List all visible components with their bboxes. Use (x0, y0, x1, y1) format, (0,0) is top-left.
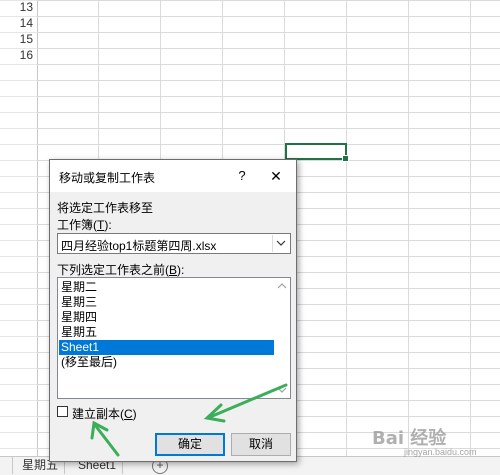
close-button[interactable]: ✕ (266, 166, 286, 186)
create-copy-label[interactable]: 建立副本(C) (72, 405, 137, 422)
workbook-select-value: 四月经验top1标题第四周.xlsx (61, 239, 217, 253)
row-number[interactable]: 16 (3, 48, 33, 62)
dialog-titlebar[interactable]: 移动或复制工作表 ? ✕ (50, 160, 296, 192)
sheet-listbox[interactable]: 星期二 星期三 星期四 星期五 Sheet1 (移至最后) (57, 277, 291, 399)
help-button[interactable]: ? (232, 166, 252, 186)
row-number[interactable]: 14 (3, 16, 33, 30)
sheet-tab-partial[interactable] (0, 457, 13, 474)
cancel-button[interactable]: 取消 (231, 433, 291, 456)
ok-button[interactable]: 确定 (155, 433, 225, 456)
workbook-label: 工作簿(T): (57, 218, 112, 232)
move-copy-sheet-dialog: 移动或复制工作表 ? ✕ 将选定工作表移至 工作簿(T): 四月经验top1标题… (49, 159, 297, 462)
move-to-label: 将选定工作表移至 (57, 201, 154, 215)
selected-cell[interactable] (285, 143, 349, 162)
create-copy-checkbox[interactable] (57, 406, 68, 417)
scroll-down-icon[interactable] (274, 382, 290, 398)
dialog-title: 移动或复制工作表 (59, 171, 156, 185)
row-number[interactable]: 15 (3, 32, 33, 46)
row-number[interactable]: 13 (3, 0, 33, 14)
list-item-selected[interactable]: Sheet1 (59, 340, 274, 355)
list-item[interactable]: 星期三 (59, 295, 274, 310)
row-header-column: 13 14 15 16 (0, 0, 38, 456)
chevron-down-icon[interactable] (272, 235, 289, 252)
watermark-url: jingyan.baidu.com (404, 447, 477, 457)
scroll-up-icon[interactable] (274, 278, 290, 294)
list-item[interactable]: 星期四 (59, 310, 274, 325)
listbox-scrollbar[interactable] (274, 278, 290, 398)
list-item[interactable]: 星期二 (59, 280, 274, 295)
fill-handle[interactable] (342, 155, 349, 162)
before-sheet-label: 下列选定工作表之前(B): (57, 263, 185, 277)
list-item[interactable]: (移至最后) (59, 355, 274, 370)
list-item[interactable]: 星期五 (59, 325, 274, 340)
before-sheet-accelerator: B (169, 263, 178, 277)
create-copy-accelerator: C (124, 407, 133, 421)
workbook-select[interactable]: 四月经验top1标题第四周.xlsx (57, 233, 291, 254)
